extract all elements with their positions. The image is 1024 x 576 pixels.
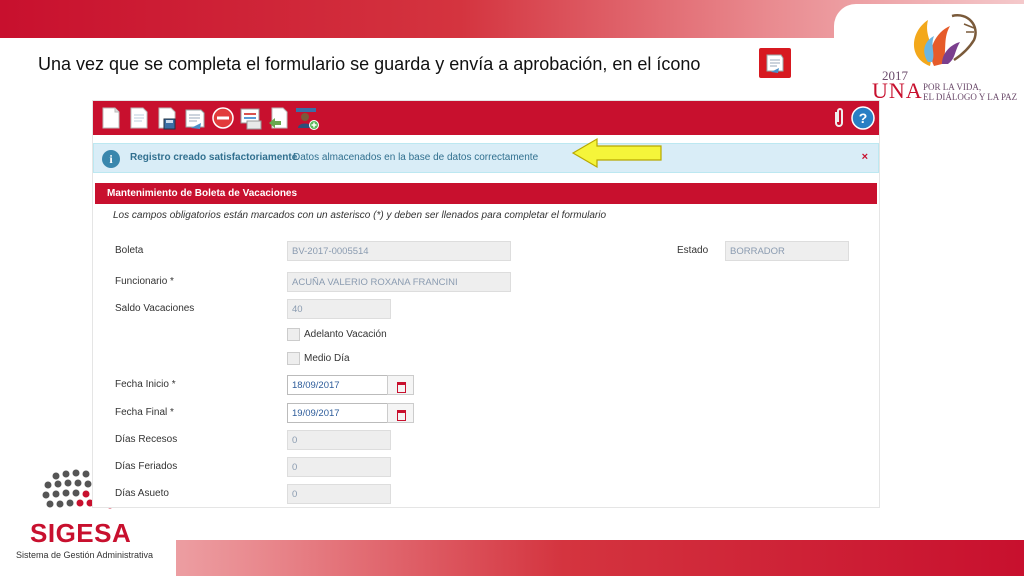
boleta-field: BV-2017-0005514 [287,241,511,261]
medio-dia-checkbox[interactable] [287,352,300,365]
report-icon[interactable] [239,106,263,130]
calendar-icon[interactable] [387,403,414,423]
dias-recesos-label: Días Recesos [115,434,178,445]
send-approval-icon[interactable] [183,106,207,130]
save-icon[interactable] [155,106,179,130]
fecha-inicio-label: Fecha Inicio * [115,379,176,390]
adelanto-vacacion-label: Adelanto Vacación [304,329,387,340]
slide: Una vez que se completa el formulario se… [0,0,1024,576]
success-notice: i Registro creado satisfactoriamente Dat… [93,143,879,173]
dias-asueto-field: 0 [287,484,391,504]
notice-message: Datos almacenados en la base de datos co… [293,152,539,163]
fecha-inicio-input[interactable]: 18/09/2017 [287,375,391,395]
saldo-vacaciones-label: Saldo Vacaciones [115,303,195,314]
dias-recesos-field: 0 [287,430,391,450]
app-window: ? i Registro creado satisfactoriamente D… [92,100,880,508]
user-add-icon[interactable] [295,106,319,130]
send-approval-icon [759,48,791,78]
fecha-final-input[interactable]: 19/09/2017 [287,403,391,423]
una-tagline-1: POR LA VIDA, [923,82,982,92]
dias-asueto-label: Días Asueto [115,488,169,499]
copy-document-icon[interactable] [127,106,151,130]
attachment-icon[interactable] [827,106,851,130]
medio-dia-label: Medio Día [304,353,350,364]
notice-title: Registro creado satisfactoriamente [130,152,298,163]
funcionario-field: ACUÑA VALERIO ROXANA FRANCINI [287,272,511,292]
una-logo: 2017 UNA POR LA VIDA, EL DIÁLOGO Y LA PA… [868,10,1018,105]
dias-feriados-field: 0 [287,457,391,477]
new-document-icon[interactable] [99,106,123,130]
close-icon[interactable]: × [862,151,868,163]
required-fields-note: Los campos obligatorios están marcados c… [113,210,607,221]
yellow-arrow-icon [571,137,662,169]
calendar-icon[interactable] [387,375,414,395]
sigesa-wordmark: SIGESA [30,518,132,548]
form-title: Mantenimiento de Boleta de Vacaciones [107,188,298,199]
fecha-final-label: Fecha Final * [115,407,174,418]
export-icon[interactable] [267,106,291,130]
slide-headline: Una vez que se completa el formulario se… [38,54,701,74]
adelanto-vacacion-checkbox[interactable] [287,328,300,341]
saldo-vacaciones-field: 40 [287,299,391,319]
help-icon[interactable]: ? [851,106,875,130]
dias-feriados-label: Días Feriados [115,461,178,472]
estado-label: Estado [677,245,709,256]
boleta-label: Boleta [115,245,144,256]
form-panel-header: Mantenimiento de Boleta de Vacaciones [95,183,877,204]
info-icon: i [102,150,120,168]
svg-text:?: ? [859,110,868,126]
toolbar: ? [93,101,879,135]
estado-field: BORRADOR [725,241,849,261]
una-tagline-2: EL DIÁLOGO Y LA PAZ [923,92,1018,102]
sigesa-subtitle: Sistema de Gestión Administrativa [16,550,154,560]
funcionario-label: Funcionario * [115,276,174,287]
delete-icon[interactable] [211,106,235,130]
